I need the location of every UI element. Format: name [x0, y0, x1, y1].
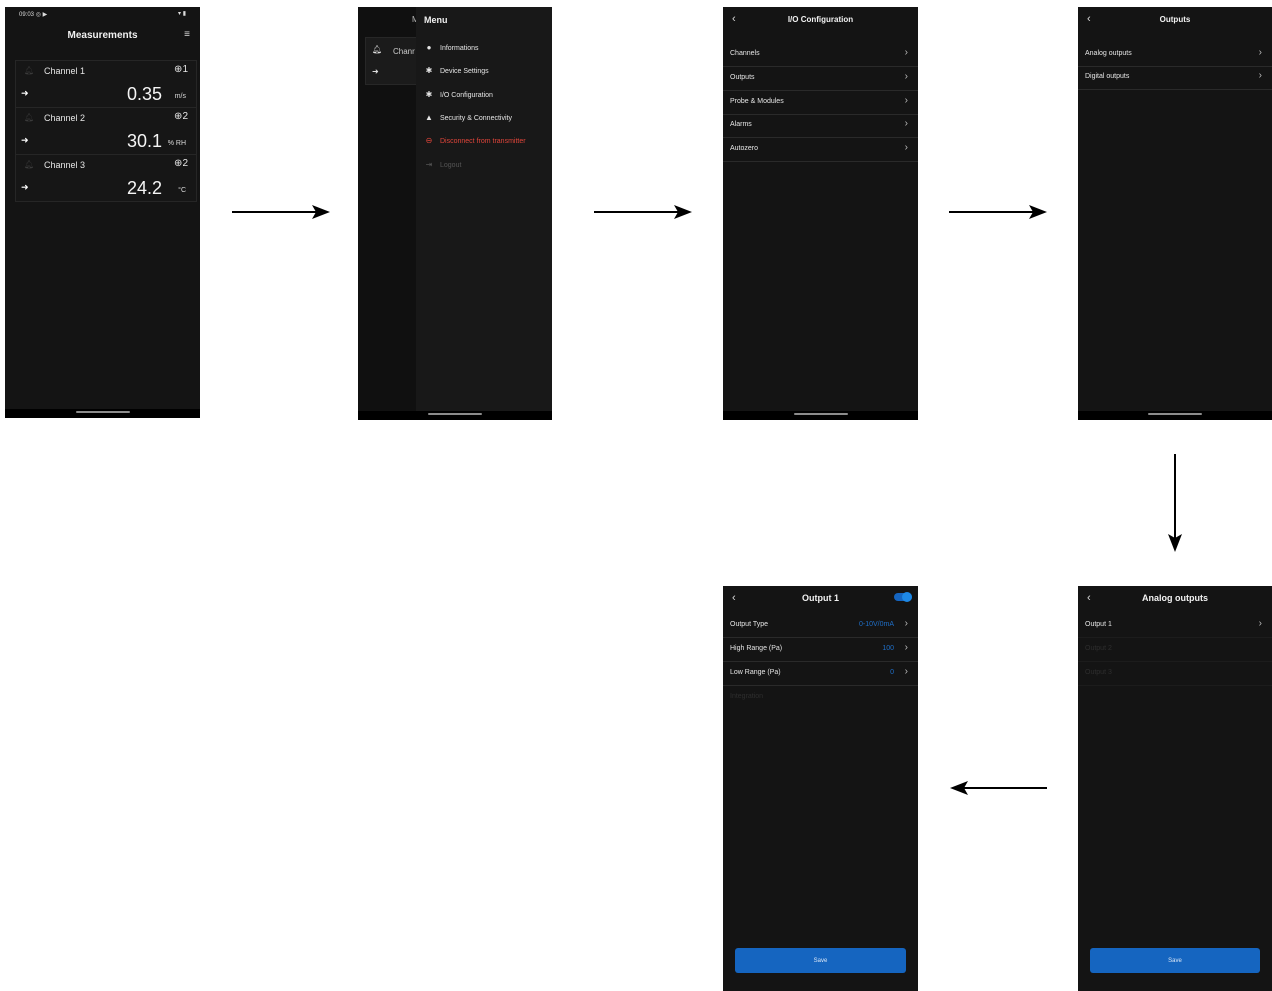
- list-item[interactable]: Autozero ›: [723, 138, 918, 162]
- outputs-screen: ‹ Outputs Analog outputs › Digital output…: [1078, 7, 1272, 420]
- channel-card[interactable]: 🔔︎ Channel 3 ⊕2 ➜ 24.2 °C: [15, 154, 197, 202]
- field-row[interactable]: Output Type 0-10V/0mA ›: [723, 614, 918, 638]
- bell-icon: 🔔︎: [372, 45, 383, 54]
- chevron-right-icon: ›: [1258, 618, 1262, 629]
- channel-name: Channel 2: [44, 113, 86, 123]
- gear-icon: ✱: [425, 90, 433, 99]
- list-item[interactable]: Alarms ›: [723, 114, 918, 138]
- nav-bar: [723, 411, 918, 420]
- warning-icon: ▲: [425, 113, 433, 122]
- flow-arrow-down: [1168, 454, 1182, 552]
- list-item[interactable]: Output 3: [1078, 662, 1272, 686]
- save-button[interactable]: Save: [1090, 948, 1260, 973]
- background-channel-fragment: Chanr: [393, 47, 415, 56]
- list-item[interactable]: Output 1 ›: [1078, 614, 1272, 638]
- list-item[interactable]: Digital outputs ›: [1078, 66, 1272, 90]
- bell-icon: 🔔︎: [24, 113, 35, 122]
- list-item[interactable]: Analog outputs ›: [1078, 43, 1272, 67]
- channel-unit: °C: [178, 187, 186, 194]
- list-item[interactable]: Outputs ›: [723, 67, 918, 91]
- page-title: Output 1: [802, 593, 839, 603]
- arrow-right-icon[interactable]: ➜: [21, 88, 29, 99]
- menu-item-device-settings[interactable]: ✱ Device Settings: [424, 66, 489, 75]
- channel-unit: % RH: [167, 140, 186, 147]
- menu-item-logout[interactable]: ⇥ Logout: [424, 160, 462, 169]
- hamburger-menu-icon[interactable]: ≡: [184, 29, 190, 40]
- list-item[interactable]: Probe & Modules ›: [723, 91, 918, 115]
- channel-card[interactable]: 🔔︎ Channel 2 ⊕2 ➜ 30.1 % RH: [15, 107, 197, 155]
- nav-bar: [5, 409, 200, 418]
- bell-icon: 🔔︎: [24, 160, 35, 169]
- flow-arrow-right: [949, 205, 1047, 219]
- status-icons: ◎ ▶: [35, 12, 48, 18]
- flow-arrow-right: [594, 205, 692, 219]
- channel-badge-icon: ⊕2: [174, 158, 188, 169]
- nav-bar: [1078, 411, 1272, 420]
- logout-icon: ⇥: [425, 160, 433, 169]
- channel-card[interactable]: 🔔︎ Channel 1 ⊕1 ➜ 0.35 m/s: [15, 60, 197, 108]
- channel-value: 0.35: [126, 84, 162, 104]
- chevron-right-icon: ›: [904, 47, 908, 58]
- channel-value: 30.1: [126, 131, 162, 151]
- menu-item-security[interactable]: ▲ Security & Connectivity: [424, 113, 512, 122]
- status-bar: 09:03 ◎ ▶: [19, 11, 47, 18]
- bell-icon: 🔔︎: [24, 66, 35, 75]
- field-value: 100: [882, 645, 894, 652]
- arrow-right-icon[interactable]: ➜: [21, 182, 29, 193]
- flow-arrow-left: [950, 781, 1047, 795]
- background-page: M 🔔︎ Chanr ➜: [358, 7, 427, 411]
- output-1-screen: ‹ Output 1 Output Type 0-10V/0mA › High Ra…: [723, 586, 918, 991]
- field-row[interactable]: Integration: [723, 686, 918, 709]
- field-value: 0: [890, 669, 894, 676]
- link-icon: ⊖: [425, 136, 433, 145]
- channel-name: Channel 3: [44, 160, 86, 170]
- page-title: I/O Configuration: [787, 15, 854, 24]
- home-indicator[interactable]: [428, 413, 482, 415]
- chevron-right-icon: ›: [904, 95, 908, 106]
- chevron-right-icon: ›: [904, 618, 908, 629]
- menu-title: Menu: [424, 15, 448, 25]
- menu-item-disconnect[interactable]: ⊖ Disconnect from transmitter: [424, 136, 526, 145]
- field-row[interactable]: Low Range (Pa) 0 ›: [723, 662, 918, 686]
- page-title: Measurements: [67, 30, 138, 41]
- gear-icon: ✱: [425, 66, 433, 75]
- measurements-screen: 09:03 ◎ ▶ ▾ ▮ Measurements ≡ 🔔︎ Channel …: [5, 7, 200, 418]
- menu-screen: M 🔔︎ Chanr ➜ Menu ●Informations ✱Device …: [358, 7, 552, 420]
- channel-badge-icon: ⊕1: [174, 64, 188, 75]
- chevron-right-icon: ›: [904, 71, 908, 82]
- list-item[interactable]: Output 2: [1078, 638, 1272, 662]
- menu-item-io-configuration[interactable]: ✱ I/O Configuration: [424, 90, 493, 99]
- nav-bar: [358, 411, 552, 420]
- home-indicator[interactable]: [793, 413, 848, 415]
- analog-outputs-screen: ‹ Analog outputs Output 1 › Output 2 Outp…: [1078, 586, 1272, 991]
- field-value: 0-10V/0mA: [858, 621, 894, 628]
- chevron-right-icon: ›: [1258, 47, 1262, 58]
- info-icon: ●: [426, 43, 432, 52]
- arrow-right-icon: ➜: [372, 67, 379, 76]
- chevron-right-icon: ›: [1258, 70, 1262, 81]
- menu-item-informations[interactable]: ● Informations: [424, 43, 479, 52]
- channel-unit: m/s: [174, 93, 186, 100]
- chevron-right-icon: ›: [904, 142, 908, 153]
- field-row[interactable]: High Range (Pa) 100 ›: [723, 638, 918, 662]
- chevron-right-icon: ›: [904, 642, 908, 653]
- list-item[interactable]: Channels ›: [723, 43, 918, 67]
- arrow-right-icon[interactable]: ➜: [21, 135, 29, 146]
- status-time: 09:03: [19, 12, 35, 18]
- channel-badge-icon: ⊕2: [174, 111, 188, 122]
- chevron-right-icon: ›: [904, 666, 908, 677]
- toggle-knob: [902, 592, 912, 602]
- io-configuration-screen: ‹ I/O Configuration Channels › Outputs › P…: [723, 7, 918, 420]
- chevron-right-icon: ›: [904, 118, 908, 129]
- home-indicator[interactable]: [1148, 413, 1202, 415]
- channel-name: Channel 1: [44, 66, 86, 76]
- channel-value: 24.2: [126, 178, 162, 198]
- save-button[interactable]: Save: [735, 948, 906, 973]
- home-indicator[interactable]: [75, 411, 130, 413]
- enable-toggle[interactable]: [894, 592, 912, 602]
- page-title: Analog outputs: [1142, 593, 1208, 603]
- page-title: Outputs: [1159, 15, 1191, 24]
- signal-icons: ▾ ▮: [178, 11, 186, 17]
- flow-arrow-right: [232, 205, 330, 219]
